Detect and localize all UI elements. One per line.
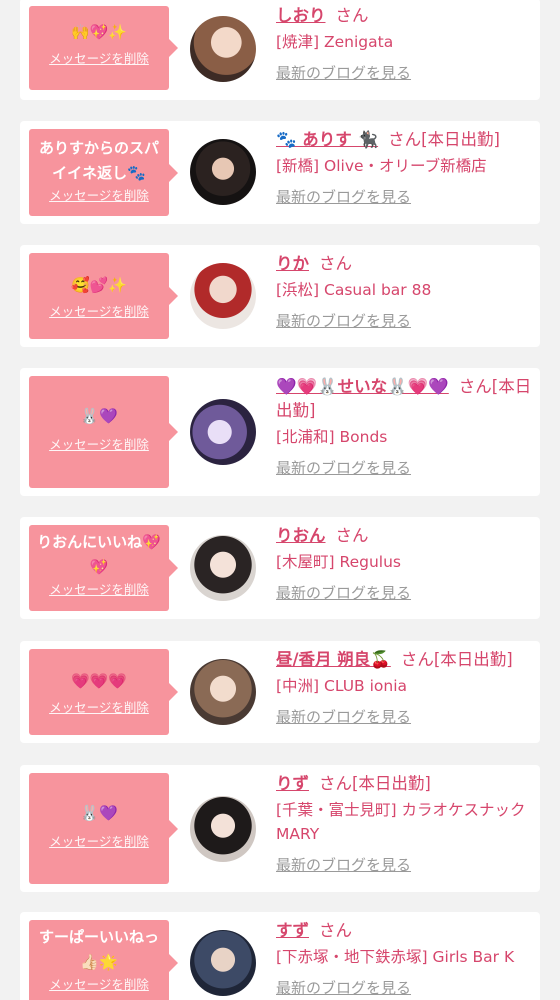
avatar[interactable] <box>190 659 256 725</box>
honorific: さん <box>319 774 352 793</box>
honorific: さん <box>335 6 369 25</box>
avatar[interactable] <box>190 535 256 601</box>
delete-message-button[interactable]: メッセージを削除 <box>29 435 169 455</box>
honorific: さん <box>319 921 352 940</box>
delete-message-button[interactable]: メッセージを削除 <box>29 698 169 718</box>
avatar[interactable] <box>190 399 256 465</box>
shop-name: [新橋] Olive・オリーブ新橋店 <box>276 157 487 175</box>
avatar[interactable] <box>190 263 256 329</box>
message-card: りおんにいいね💖💖 メッセージを削除 りおん さん [木屋町] Regulus 最… <box>20 517 540 619</box>
message-card: 🙌💖✨ メッセージを削除 しおり さん [焼津] Zenigata 最新のブログを… <box>20 0 540 100</box>
status-badge: [本日出勤] <box>433 650 513 669</box>
delete-message-button[interactable]: メッセージを削除 <box>29 49 169 69</box>
latest-blog-link[interactable]: 最新のブログを見る <box>276 310 411 332</box>
shop-name: [北浦和] Bonds <box>276 428 388 446</box>
delete-message-button[interactable]: メッセージを削除 <box>29 580 169 600</box>
shop-name: [中洲] CLUB ionia <box>276 677 408 695</box>
message-bubble: りおんにいいね💖💖 メッセージを削除 <box>29 525 178 611</box>
honorific: さん <box>319 254 352 273</box>
message-card: 🥰💕✨ メッセージを削除 りか さん [浜松] Casual bar 88 最新の… <box>20 245 540 347</box>
avatar[interactable] <box>190 796 256 862</box>
message-card: すーぱーいいねっ👍🏻🌟 メッセージを削除 すず さん [下赤塚・地下鉄赤塚] Gi… <box>20 912 540 1000</box>
avatar[interactable] <box>190 139 256 205</box>
cast-name-link[interactable]: りか <box>276 254 309 273</box>
message-card: ありすからのスパイイネ返し🐾 メッセージを削除 🐾 ありす 🐈‍⬛ さん[本日出勤… <box>20 121 540 224</box>
message-bubble: 🥰💕✨ メッセージを削除 <box>29 253 178 339</box>
honorific: さん <box>400 650 434 669</box>
latest-blog-link[interactable]: 最新のブログを見る <box>276 186 411 208</box>
message-bubble: 🐰💜 メッセージを削除 <box>29 376 178 488</box>
message-bubble: 🙌💖✨ メッセージを削除 <box>29 6 178 90</box>
latest-blog-link[interactable]: 最新のブログを見る <box>276 977 411 999</box>
message-bubble: 🐰💜 メッセージを削除 <box>29 773 178 884</box>
cast-name-link[interactable]: すず <box>276 921 309 940</box>
honorific: さん <box>335 526 369 545</box>
shop-name: [下赤塚・地下鉄赤塚] Girls Bar K <box>276 948 515 966</box>
status-badge: [本日出勤] <box>352 774 431 793</box>
cast-name-link[interactable]: りず <box>276 774 309 793</box>
delete-message-button[interactable]: メッセージを削除 <box>29 302 169 322</box>
avatar[interactable] <box>190 930 256 996</box>
message-text: 🙌💖✨ <box>70 23 128 41</box>
latest-blog-link[interactable]: 最新のブログを見る <box>276 62 411 84</box>
message-bubble: すーぱーいいねっ👍🏻🌟 メッセージを削除 <box>29 920 178 1000</box>
message-text: 💗💗💗 <box>70 672 128 690</box>
message-text: すーぱーいいねっ👍🏻🌟 <box>38 928 159 971</box>
message-text: 🥰💕✨ <box>70 276 128 294</box>
message-text: ありすからのスパイイネ返し🐾 <box>38 139 159 182</box>
latest-blog-link[interactable]: 最新のブログを見る <box>276 457 411 479</box>
message-bubble: ありすからのスパイイネ返し🐾 メッセージを削除 <box>29 129 178 216</box>
delete-message-button[interactable]: メッセージを削除 <box>29 832 169 852</box>
honorific: さん <box>458 377 492 396</box>
honorific: さん <box>388 130 422 149</box>
message-card: 💗💗💗 メッセージを削除 昼/香月 朔良🍒 さん[本日出勤] [中洲] CLUB … <box>20 641 540 743</box>
avatar[interactable] <box>190 16 256 82</box>
shop-name: [木屋町] Regulus <box>276 553 401 571</box>
cast-name-link[interactable]: 💜💗🐰せいな🐰💗💜 <box>276 377 449 396</box>
latest-blog-link[interactable]: 最新のブログを見る <box>276 706 411 728</box>
shop-name: [千葉・富士見町] カラオケスナック MARY <box>276 801 526 843</box>
latest-blog-link[interactable]: 最新のブログを見る <box>276 854 411 876</box>
cast-name-link[interactable]: りおん <box>276 526 326 545</box>
delete-message-button[interactable]: メッセージを削除 <box>29 186 169 206</box>
shop-name: [浜松] Casual bar 88 <box>276 281 432 299</box>
status-badge: [本日出勤] <box>421 130 500 149</box>
message-bubble: 💗💗💗 メッセージを削除 <box>29 649 178 735</box>
cast-name-link[interactable]: 🐾 ありす 🐈‍⬛ <box>276 130 378 149</box>
latest-blog-link[interactable]: 最新のブログを見る <box>276 582 411 604</box>
shop-name: [焼津] Zenigata <box>276 33 394 51</box>
message-card: 🐰💜 メッセージを削除 💜💗🐰せいな🐰💗💜 さん[本日出勤] [北浦和] Bond… <box>20 368 540 496</box>
cast-name-link[interactable]: しおり <box>276 6 326 25</box>
cast-name-link[interactable]: 昼/香月 朔良🍒 <box>276 650 391 669</box>
message-text: 🐰💜 <box>80 407 118 425</box>
message-text: 🐰💜 <box>80 804 118 822</box>
delete-message-button[interactable]: メッセージを削除 <box>29 975 169 995</box>
message-text: りおんにいいね💖💖 <box>37 533 161 576</box>
message-card: 🐰💜 メッセージを削除 りず さん[本日出勤] [千葉・富士見町] カラオケスナッ… <box>20 765 540 892</box>
